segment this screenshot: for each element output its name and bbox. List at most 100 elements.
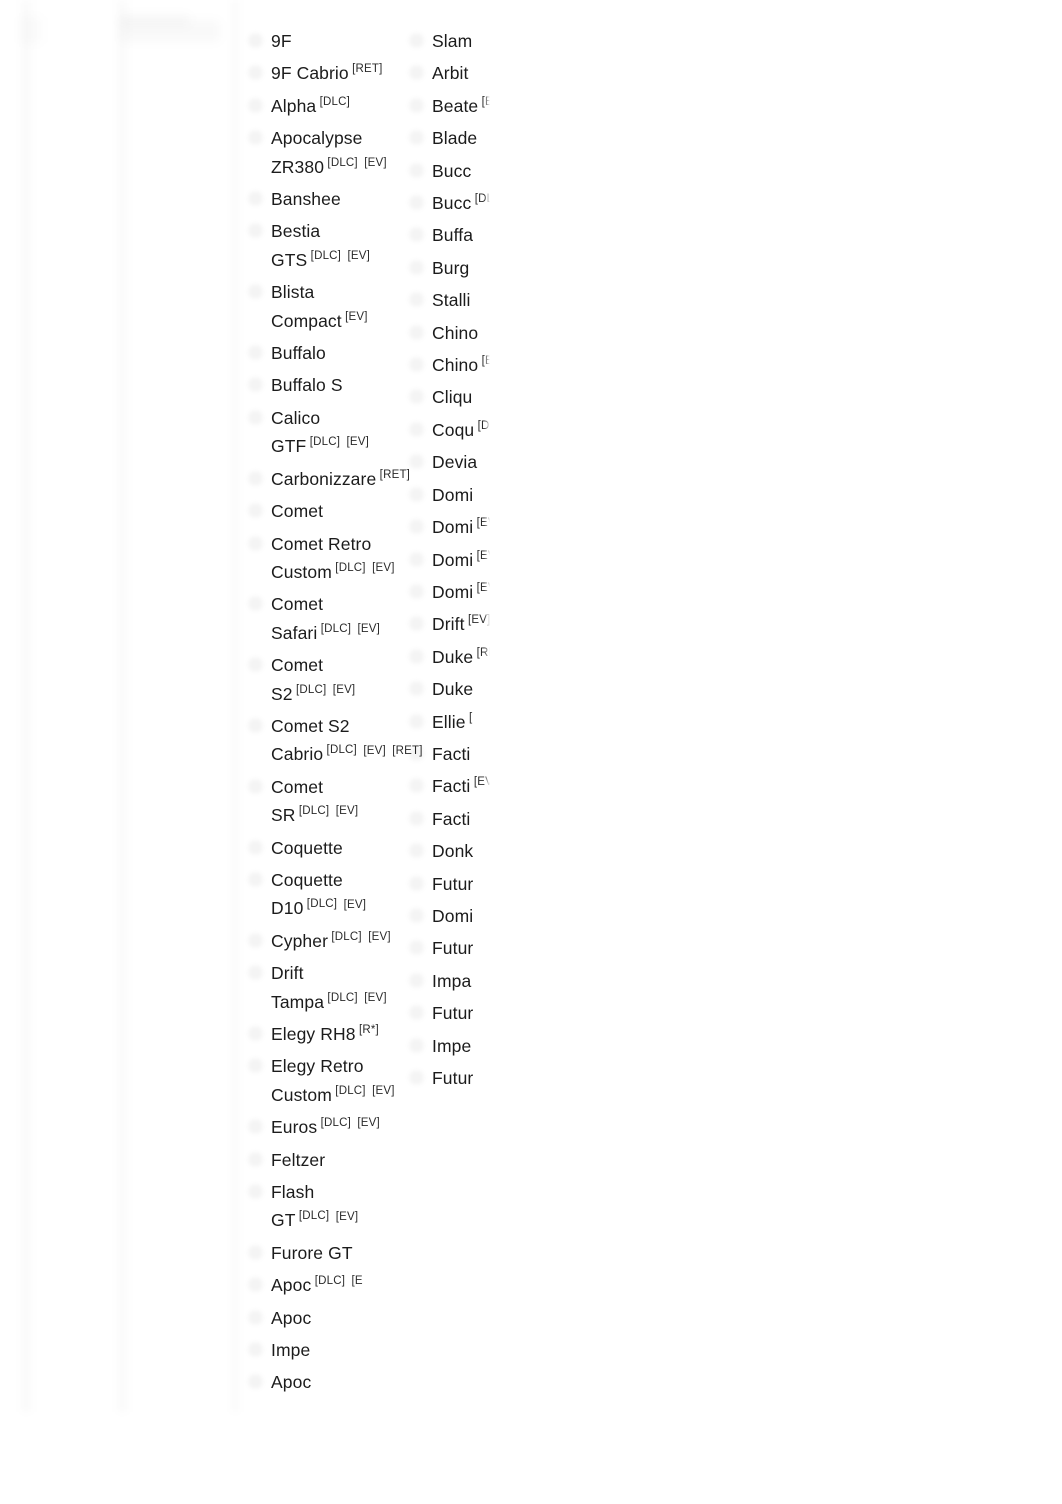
list-item[interactable]: Donk: [409, 836, 548, 866]
checkbox-icon[interactable]: [409, 324, 424, 340]
checkbox-icon[interactable]: [409, 972, 424, 988]
list-item[interactable]: Impa: [409, 966, 548, 996]
list-item[interactable]: Comet SR [DLC] [EV]: [248, 772, 387, 831]
checkbox-icon[interactable]: [409, 454, 424, 470]
checkbox-icon[interactable]: [409, 875, 424, 891]
list-item[interactable]: Slam: [409, 26, 548, 56]
checkbox-icon[interactable]: [409, 389, 424, 405]
list-item[interactable]: Arbit: [409, 58, 548, 88]
checkbox-icon[interactable]: [409, 907, 424, 923]
list-item[interactable]: Flash GT [DLC] [EV]: [248, 1177, 387, 1236]
checkbox-icon[interactable]: [248, 503, 263, 519]
list-item[interactable]: Comet: [248, 496, 387, 526]
list-item[interactable]: Futur: [409, 869, 548, 899]
list-item[interactable]: Coquette: [248, 833, 387, 863]
checkbox-icon[interactable]: [248, 1374, 263, 1390]
list-item[interactable]: Futur: [409, 933, 548, 963]
list-item[interactable]: Chino [EV]: [409, 350, 548, 380]
checkbox-icon[interactable]: [248, 657, 263, 673]
list-item[interactable]: Cypher [DLC] [EV]: [248, 926, 391, 956]
list-item[interactable]: Facti: [409, 739, 548, 769]
checkbox-icon[interactable]: [248, 65, 263, 81]
list-item[interactable]: Domi [EV]: [409, 545, 548, 575]
checkbox-icon[interactable]: [248, 191, 263, 207]
list-item[interactable]: Ellie [: [409, 707, 548, 737]
list-item[interactable]: Bestia GTS [DLC] [EV]: [248, 216, 387, 275]
checkbox-icon[interactable]: [248, 377, 263, 393]
checkbox-icon[interactable]: [409, 227, 424, 243]
checkbox-icon[interactable]: [248, 97, 263, 113]
list-item[interactable]: Facti [EV]: [409, 771, 548, 801]
checkbox-icon[interactable]: [409, 551, 424, 567]
list-item[interactable]: Impe: [248, 1335, 387, 1365]
checkbox-icon[interactable]: [248, 1244, 263, 1260]
checkbox-icon[interactable]: [248, 470, 263, 486]
checkbox-icon[interactable]: [409, 421, 424, 437]
list-item[interactable]: Domi [EV]: [409, 577, 548, 607]
list-item[interactable]: Domi [EV]: [409, 512, 548, 542]
list-item[interactable]: Drift Tampa [DLC] [EV]: [248, 958, 387, 1017]
checkbox-icon[interactable]: [409, 195, 424, 211]
checkbox-icon[interactable]: [409, 1037, 424, 1053]
list-item[interactable]: 9F Cabrio [RET]: [248, 58, 387, 88]
list-item[interactable]: Elegy RH8 [R*]: [248, 1019, 387, 1049]
checkbox-icon[interactable]: [248, 778, 263, 794]
checkbox-icon[interactable]: [248, 1342, 263, 1358]
list-item[interactable]: Bucc: [409, 156, 548, 186]
checkbox-icon[interactable]: [409, 616, 424, 632]
list-item[interactable]: Feltzer: [248, 1145, 387, 1175]
list-item[interactable]: Blade: [409, 123, 548, 153]
list-item[interactable]: Chino: [409, 318, 548, 348]
list-item[interactable]: Cliqu: [409, 382, 548, 412]
list-item[interactable]: Stalli: [409, 285, 548, 315]
list-item[interactable]: 9F: [248, 26, 387, 56]
checkbox-icon[interactable]: [248, 33, 263, 48]
list-item[interactable]: Carbonizzare [RET]: [248, 464, 410, 494]
checkbox-icon[interactable]: [248, 1119, 263, 1135]
checkbox-icon[interactable]: [248, 1184, 263, 1200]
checkbox-icon[interactable]: [409, 130, 424, 146]
checkbox-icon[interactable]: [248, 1058, 263, 1074]
list-item[interactable]: Banshee: [248, 184, 387, 214]
checkbox-icon[interactable]: [248, 1309, 263, 1325]
list-item[interactable]: Domi: [409, 901, 548, 931]
list-item[interactable]: Blista Compact [EV]: [248, 277, 387, 336]
checkbox-icon[interactable]: [409, 486, 424, 502]
checkbox-icon[interactable]: [409, 810, 424, 826]
list-item[interactable]: Alpha [DLC]: [248, 91, 387, 121]
list-item[interactable]: Coqu [DLC]: [409, 415, 548, 445]
list-item[interactable]: Drift [EV]: [409, 609, 548, 639]
checkbox-icon[interactable]: [409, 519, 424, 535]
list-item[interactable]: Elegy Retro Custom [DLC] [EV]: [248, 1051, 394, 1110]
list-item[interactable]: Futur: [409, 998, 548, 1028]
list-item[interactable]: Duke: [409, 674, 548, 704]
checkbox-icon[interactable]: [409, 648, 424, 664]
list-item[interactable]: Comet Safari [DLC] [EV]: [248, 589, 387, 648]
list-item[interactable]: Buffa: [409, 220, 548, 250]
checkbox-icon[interactable]: [248, 596, 263, 612]
checkbox-icon[interactable]: [248, 965, 263, 981]
checkbox-icon[interactable]: [409, 1070, 424, 1085]
checkbox-icon[interactable]: [409, 162, 424, 178]
checkbox-icon[interactable]: [409, 1005, 424, 1021]
checkbox-icon[interactable]: [248, 345, 263, 361]
list-item[interactable]: Beate [EV]: [409, 91, 548, 121]
list-item[interactable]: Burg: [409, 253, 548, 283]
checkbox-icon[interactable]: [248, 284, 263, 300]
list-item[interactable]: Buffalo: [248, 338, 387, 368]
checkbox-icon[interactable]: [409, 745, 424, 761]
list-item[interactable]: Bucc [DLC] [E: [409, 188, 548, 218]
list-item[interactable]: Futur: [409, 1063, 548, 1093]
checkbox-icon[interactable]: [248, 839, 263, 855]
checkbox-icon[interactable]: [248, 409, 263, 425]
checkbox-icon[interactable]: [409, 681, 424, 697]
checkbox-icon[interactable]: [248, 1277, 263, 1293]
checkbox-icon[interactable]: [248, 130, 263, 146]
checkbox-icon[interactable]: [409, 583, 424, 599]
checkbox-icon[interactable]: [248, 717, 263, 733]
list-item[interactable]: Apoc: [248, 1303, 387, 1333]
list-item[interactable]: Apoc: [248, 1367, 387, 1397]
list-item[interactable]: Facti: [409, 804, 548, 834]
list-item[interactable]: Devia: [409, 447, 548, 477]
list-item[interactable]: Furore GT: [248, 1238, 387, 1268]
